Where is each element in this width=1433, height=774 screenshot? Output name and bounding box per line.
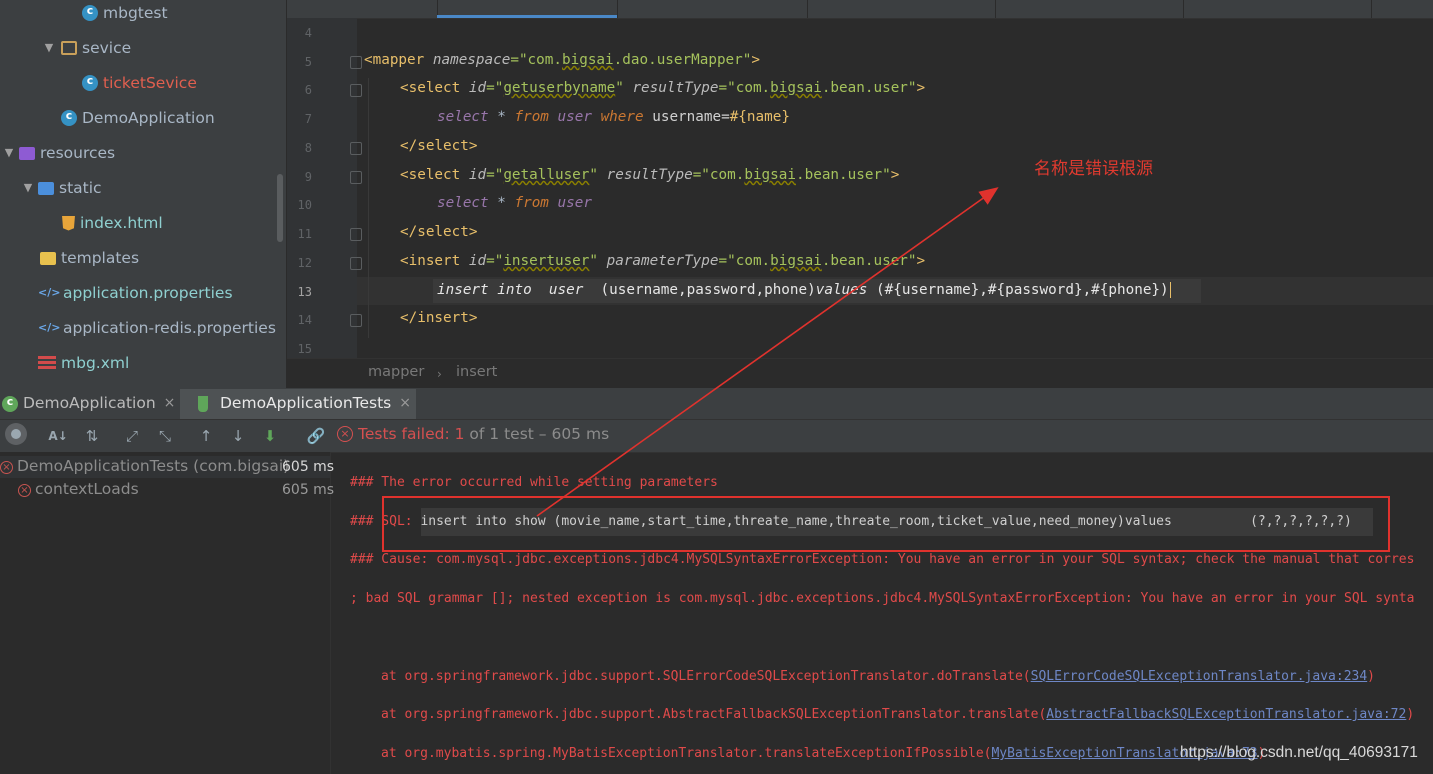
annotation-arrow	[536, 187, 999, 517]
watermark: https://blog.csdn.net/qq_40693171	[1180, 744, 1418, 761]
